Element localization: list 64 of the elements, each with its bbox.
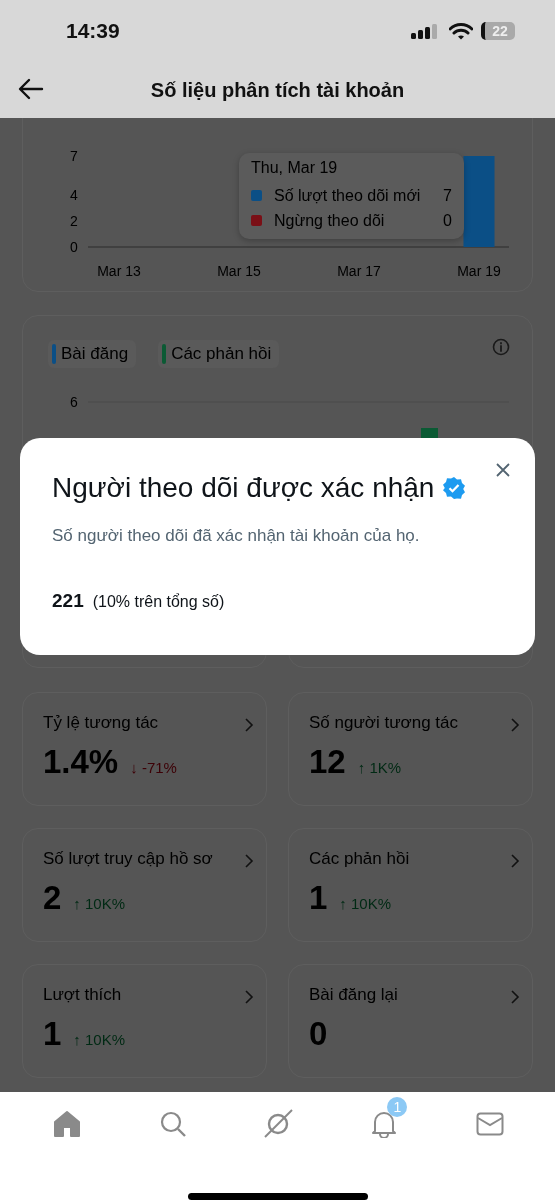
slashed-circle-icon[interactable] — [263, 1109, 294, 1139]
stat-value: 0 — [309, 1015, 328, 1053]
tooltip-label: Số lượt theo dõi mới — [274, 186, 422, 205]
stat-change: ↑ 10K% — [73, 1031, 126, 1048]
stat-card[interactable]: Các phản hồi 1 ↑ 10K% — [288, 828, 533, 942]
status-time: 14:39 — [66, 19, 120, 43]
stat-value: 1.4% — [43, 743, 119, 781]
stat-card[interactable]: Số lượt truy cập hồ sơ 2 ↑ 10K% — [22, 828, 267, 942]
axis-tick-label: Mar 19 — [457, 263, 501, 279]
stat-title: Các phản hồi — [309, 849, 410, 869]
stat-card[interactable]: Tỷ lệ tương tác 1.4% ↓ -71% — [22, 692, 267, 806]
chevron-right-icon — [510, 989, 520, 1005]
axis-tick-label: 6 — [70, 394, 78, 410]
chevron-right-icon — [510, 717, 520, 733]
legend-chip[interactable]: Các phản hồi — [158, 340, 280, 368]
battery-icon: 22 — [481, 22, 515, 40]
stat-change: ↑ 10K% — [339, 895, 392, 912]
wifi-icon — [449, 22, 473, 40]
stat-title: Tỷ lệ tương tác — [43, 713, 159, 733]
chevron-right-icon — [510, 853, 520, 869]
axis-tick-label: Mar 13 — [97, 263, 141, 279]
search-icon[interactable] — [158, 1110, 187, 1138]
axis-tick-label: 7 — [70, 148, 78, 164]
info-icon[interactable] — [492, 338, 510, 356]
dialog-description: Số người theo dõi đã xác nhận tài khoản của họ. — [52, 526, 421, 546]
home-icon[interactable] — [52, 1110, 81, 1138]
axis-tick-label: Mar 17 — [337, 263, 381, 279]
page-title: Số liệu phân tích tài khoản — [149, 78, 406, 102]
stat-card[interactable]: Lượt thích 1 ↑ 10K% — [22, 964, 267, 1078]
legend-label: Bài đăng — [61, 344, 129, 364]
tooltip-date: Thu, Mar 19 — [251, 159, 338, 177]
stat-title: Lượt thích — [43, 985, 122, 1005]
legend-chip[interactable]: Bài đăng — [48, 340, 137, 368]
stat-value: 1 — [309, 879, 328, 917]
stat-value: 1 — [43, 1015, 62, 1053]
stat-title: Số lượt truy cập hồ sơ — [43, 849, 213, 869]
stat-title: Số người tương tác — [309, 713, 458, 733]
axis-tick-label: 2 — [70, 213, 78, 229]
bell-icon[interactable] — [371, 1110, 398, 1138]
chevron-right-icon — [244, 717, 254, 733]
tooltip-label: Ngừng theo dõi — [274, 211, 386, 230]
follower-count: 221 — [52, 590, 84, 612]
legend-label: Các phản hồi — [171, 344, 272, 364]
stat-card[interactable]: Số người tương tác 12 ↑ 1K% — [288, 692, 533, 806]
notification-badge: 1 — [387, 1097, 408, 1117]
axis-tick-label: 0 — [70, 239, 78, 255]
stat-title: Bài đăng lại — [309, 985, 398, 1005]
stat-value: 12 — [309, 743, 346, 781]
chevron-right-icon — [244, 853, 254, 869]
axis-tick-label: 4 — [70, 187, 78, 203]
close-icon[interactable] — [495, 462, 511, 478]
dialog-title: Người theo dõi được xác nhận — [52, 472, 435, 504]
mail-icon[interactable] — [476, 1112, 505, 1136]
follower-share: (10% trên tổng số) — [92, 593, 225, 611]
axis-tick-label: Mar 15 — [217, 263, 261, 279]
back-arrow-icon[interactable] — [18, 78, 44, 100]
stat-change: ↑ 1K% — [357, 759, 402, 776]
tooltip-value: 7 — [443, 186, 452, 205]
stat-change: ↓ -71% — [130, 759, 177, 776]
chevron-right-icon — [244, 989, 254, 1005]
tooltip-value: 0 — [443, 211, 452, 230]
stat-change: ↑ 10K% — [73, 895, 126, 912]
stat-value: 2 — [43, 879, 62, 917]
stat-card[interactable]: Bài đăng lại 0 — [288, 964, 533, 1078]
